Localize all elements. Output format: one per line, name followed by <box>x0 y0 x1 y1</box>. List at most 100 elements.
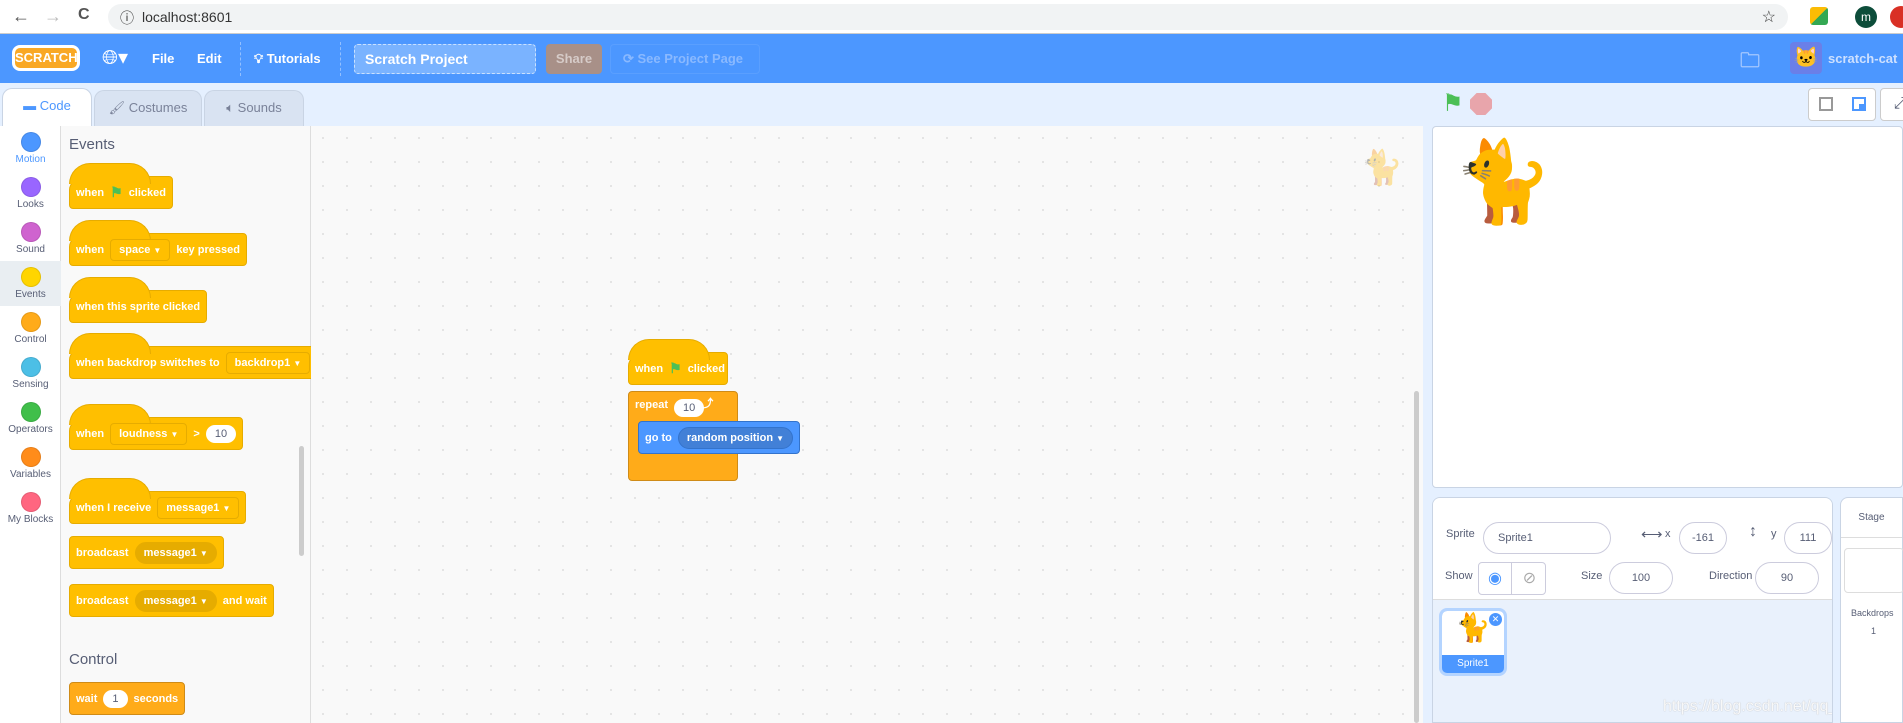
sprite-label: Sprite <box>1446 528 1475 540</box>
block-when-loudness[interactable]: when loudness ▼ >10 <box>69 404 244 450</box>
block-text: when <box>76 186 105 199</box>
tutorials-button[interactable]: 💡︎ Tutorials <box>254 34 321 83</box>
project-title-input[interactable]: Scratch Project <box>354 44 536 74</box>
stop-button[interactable] <box>1470 93 1492 115</box>
extension-icon[interactable] <box>1810 7 1828 25</box>
size-label: Size <box>1581 570 1603 582</box>
see-project-page-label: See Project Page <box>637 51 744 66</box>
category-label: My Blocks <box>7 514 54 525</box>
forward-button[interactable]: → <box>44 6 62 27</box>
file-menu[interactable]: File <box>152 34 174 83</box>
category-motion[interactable]: Motion <box>0 126 61 171</box>
brush-icon: 🖌︎ <box>108 100 129 115</box>
backdrops-count: 1 <box>1871 626 1877 636</box>
profile-avatar[interactable]: m <box>1855 6 1877 28</box>
block-broadcast-and-wait[interactable]: broadcast message1 ▼ and wait <box>69 584 274 617</box>
block-when-sprite-clicked[interactable]: when this sprite clicked <box>69 277 208 323</box>
stage-canvas[interactable]: 🐈 <box>1432 126 1903 488</box>
block-text: broadcast <box>76 594 129 607</box>
scratch-logo[interactable]: SCRATCH <box>12 45 80 71</box>
block-when-i-receive[interactable]: when I receive message1 ▼ <box>69 478 247 524</box>
sensor-dropdown[interactable]: loudness ▼ <box>110 422 188 445</box>
stage-thumbnail[interactable] <box>1844 548 1903 593</box>
address-bar[interactable]: ⓘ localhost:8601 ☆ <box>108 4 1788 30</box>
green-flag-icon: ⚑ <box>669 360 682 376</box>
message-dropdown[interactable]: message1 ▼ <box>157 496 240 519</box>
tab-costumes[interactable]: 🖌︎ Costumes <box>94 90 202 126</box>
category-dot-icon <box>20 177 41 197</box>
seconds-input[interactable]: 1 <box>103 689 128 708</box>
category-label: Sensing <box>12 379 49 390</box>
block-when-flag-clicked[interactable]: when ⚑ clicked <box>69 163 173 209</box>
small-stage-icon[interactable] <box>1819 97 1833 111</box>
script-scrollbar[interactable] <box>1414 391 1419 723</box>
stage-target-pane[interactable]: Stage Backdrops 1 <box>1840 497 1903 723</box>
y-input[interactable]: 111 <box>1784 522 1832 554</box>
username-menu[interactable]: scratch-cat <box>1828 34 1897 83</box>
delete-sprite-icon[interactable]: ✕ <box>1489 613 1502 626</box>
category-sensing[interactable]: Sensing <box>0 351 61 396</box>
folder-icon[interactable]: 🗀 <box>1740 46 1760 80</box>
category-control[interactable]: Control <box>0 306 61 351</box>
block-when-key-pressed[interactable]: when space ▼ key pressed <box>69 220 247 266</box>
value-input[interactable]: 10 <box>205 424 237 443</box>
back-button[interactable]: ← <box>12 6 30 27</box>
sprite-cat[interactable]: 🐈 <box>1453 135 1553 229</box>
green-flag-button[interactable]: ⚑ <box>1442 89 1464 118</box>
backdrop-dropdown[interactable]: backdrop1 ▼ <box>225 351 311 374</box>
tab-sounds[interactable]: 🔈︎ Sounds <box>204 90 304 126</box>
block-wait-seconds[interactable]: wait 1 seconds <box>69 682 186 715</box>
message-dropdown[interactable]: message1 ▼ <box>134 541 217 564</box>
sprite-tile-sprite1[interactable]: 🐈 Sprite1 ✕ <box>1439 608 1507 676</box>
block-when-backdrop-switches[interactable]: when backdrop switches to backdrop1 ▼ <box>69 333 318 379</box>
y-arrows-icon: ↕ <box>1749 523 1757 540</box>
tab-code[interactable]: ▬ Code <box>2 88 92 127</box>
share-button[interactable]: Share <box>546 44 602 74</box>
stage-title: Stage <box>1841 498 1902 538</box>
category-label: Events <box>15 289 46 300</box>
fullscreen-icon[interactable]: ⤢ <box>1880 88 1903 121</box>
code-icon: ▬ <box>23 98 40 113</box>
palette-scrollbar[interactable] <box>299 446 304 556</box>
block-text: wait <box>76 692 98 705</box>
remix-icon: ⟳ <box>623 51 638 66</box>
category-looks[interactable]: Looks <box>0 171 61 216</box>
category-operators[interactable]: Operators <box>0 396 61 441</box>
language-globe-icon[interactable]: 🌐︎▾ <box>102 34 128 83</box>
user-avatar[interactable]: 🐱 <box>1790 42 1822 74</box>
reload-button[interactable]: C <box>78 6 90 24</box>
category-events[interactable]: Events <box>0 261 61 306</box>
category-dot-icon <box>20 402 41 422</box>
sprite-cat-icon: 🐈 <box>1360 149 1403 187</box>
hide-eye-icon[interactable]: ⊘ <box>1513 563 1546 594</box>
show-eye-icon[interactable]: ◉ <box>1479 563 1512 594</box>
direction-label: Direction <box>1709 570 1753 582</box>
category-my-blocks[interactable]: My Blocks <box>0 486 61 531</box>
see-project-page-button[interactable]: ⟳ See Project Page <box>610 44 760 74</box>
key-dropdown[interactable]: space ▼ <box>110 238 171 261</box>
block-when-flag-clicked[interactable]: when ⚑ clicked <box>628 339 728 385</box>
sprite-name-input[interactable]: Sprite1 <box>1483 522 1611 554</box>
direction-input[interactable]: 90 <box>1755 562 1819 594</box>
block-broadcast[interactable]: broadcast message1 ▼ <box>69 536 224 569</box>
block-text: when backdrop switches to <box>76 356 220 369</box>
category-variables[interactable]: Variables <box>0 441 61 486</box>
x-arrows-icon: ⟷ <box>1641 526 1663 543</box>
message-dropdown[interactable]: message1 ▼ <box>134 589 217 612</box>
category-sound[interactable]: Sound <box>0 216 61 261</box>
x-input[interactable]: -161 <box>1679 522 1727 554</box>
block-text: clicked <box>687 362 725 375</box>
repeat-count-input[interactable]: 10 <box>674 399 705 417</box>
script-area[interactable]: 🐈 repeat 10 ⤴ when ⚑ clicked go to random pos… <box>311 126 1423 723</box>
y-label: y <box>1771 528 1777 540</box>
large-stage-icon[interactable] <box>1852 97 1866 111</box>
block-go-to[interactable]: go to random position ▼ <box>638 421 801 454</box>
position-dropdown[interactable]: random position ▼ <box>677 426 794 449</box>
category-dot-icon <box>20 357 41 377</box>
bookmark-star-icon[interactable]: ☆ <box>1762 7 1776 27</box>
extension-upload-icon[interactable] <box>1890 6 1903 28</box>
size-input[interactable]: 100 <box>1609 562 1673 594</box>
edit-menu[interactable]: Edit <box>197 34 222 83</box>
tab-label: Costumes <box>128 100 188 115</box>
sprite-pane: Sprite Sprite1 ⟷ x -161 ↕ y 111 Show ◉ ⊘… <box>1432 497 1833 723</box>
